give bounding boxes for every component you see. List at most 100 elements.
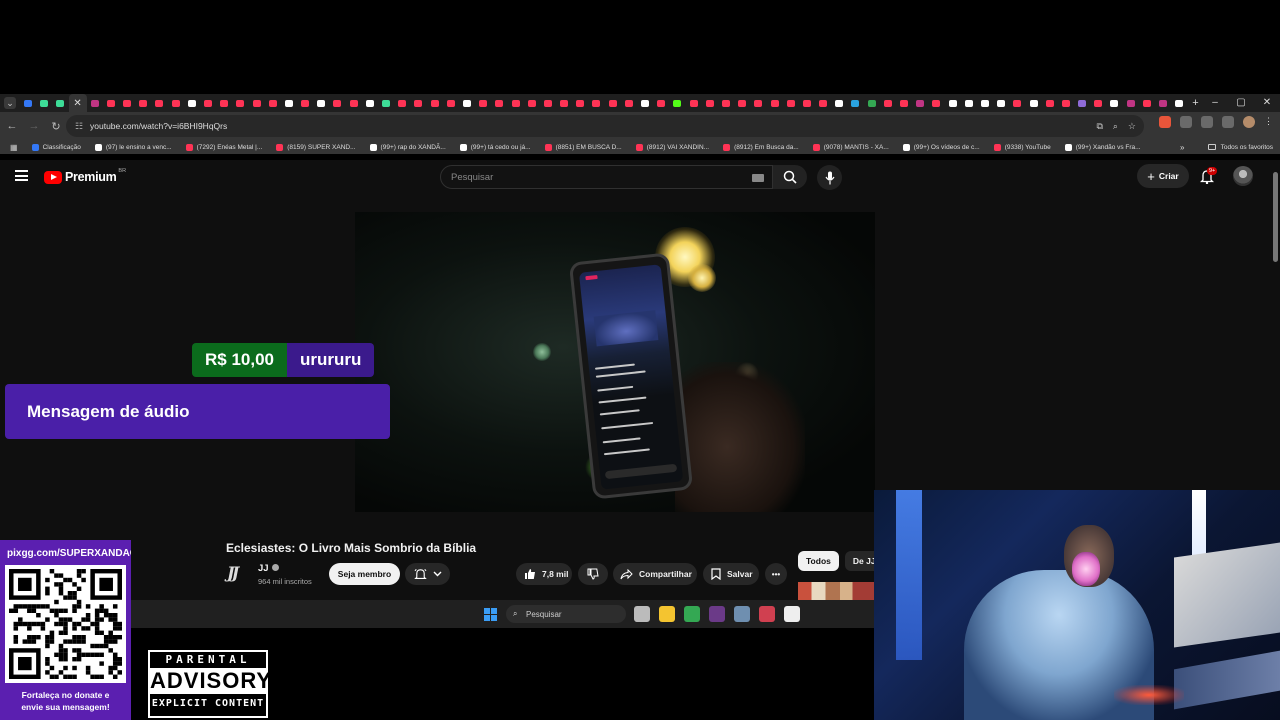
notifications-button[interactable]: 9+ bbox=[1199, 167, 1218, 185]
browser-tab[interactable] bbox=[313, 94, 329, 112]
browser-tab[interactable] bbox=[232, 94, 248, 112]
channel-avatar[interactable]: JJ bbox=[227, 563, 251, 585]
related-video-thumbnail[interactable] bbox=[798, 582, 874, 600]
app-icon[interactable] bbox=[759, 606, 775, 622]
steam-icon[interactable] bbox=[709, 606, 725, 622]
forward-button[interactable]: → bbox=[24, 116, 44, 136]
browser-tab[interactable] bbox=[928, 94, 944, 112]
minimize-button[interactable]: – bbox=[1202, 94, 1228, 112]
browser-tab[interactable] bbox=[265, 94, 281, 112]
browser-tab[interactable] bbox=[524, 94, 540, 112]
browser-tab[interactable] bbox=[1074, 94, 1090, 112]
browser-tab[interactable] bbox=[831, 94, 847, 112]
bookmark-item[interactable]: (8159) SUPER XAND... bbox=[276, 143, 356, 151]
browser-tab[interactable] bbox=[119, 94, 135, 112]
browser-tab[interactable] bbox=[977, 94, 993, 112]
browser-tab[interactable] bbox=[621, 94, 637, 112]
bookmark-item[interactable]: (8912) Em Busca da... bbox=[723, 143, 799, 151]
browser-tab[interactable] bbox=[686, 94, 702, 112]
browser-tab[interactable] bbox=[410, 94, 426, 112]
chrome-icon[interactable] bbox=[684, 606, 700, 622]
browser-tab[interactable] bbox=[394, 94, 410, 112]
browser-tab[interactable] bbox=[1042, 94, 1058, 112]
browser-tab[interactable] bbox=[427, 94, 443, 112]
browser-tab[interactable] bbox=[1139, 94, 1155, 112]
browser-tab[interactable] bbox=[459, 94, 475, 112]
browser-tab[interactable] bbox=[945, 94, 961, 112]
browser-tab[interactable] bbox=[734, 94, 750, 112]
browser-tab[interactable] bbox=[669, 94, 685, 112]
chip-all[interactable]: Todos bbox=[798, 551, 839, 571]
more-actions-button[interactable]: ••• bbox=[765, 563, 787, 585]
bookmarks-more-button[interactable]: » bbox=[1180, 143, 1184, 152]
bookmark-item[interactable]: (8851) EM BUSCA D... bbox=[544, 143, 622, 151]
reload-button[interactable]: ↻ bbox=[46, 116, 66, 136]
browser-tab[interactable] bbox=[783, 94, 799, 112]
browser-tab[interactable] bbox=[588, 94, 604, 112]
active-tab[interactable]: ✕ bbox=[68, 94, 87, 112]
browser-tab[interactable] bbox=[103, 94, 119, 112]
windows-start-icon[interactable] bbox=[484, 608, 497, 621]
like-button[interactable]: 7,8 mil bbox=[516, 563, 572, 585]
browser-tab[interactable] bbox=[362, 94, 378, 112]
browser-tab[interactable] bbox=[52, 94, 68, 112]
back-button[interactable]: ← bbox=[2, 116, 22, 136]
voice-search-button[interactable] bbox=[817, 165, 842, 190]
extensions-icon[interactable] bbox=[1180, 116, 1192, 128]
browser-tab[interactable] bbox=[216, 94, 232, 112]
browser-tab[interactable] bbox=[1123, 94, 1139, 112]
bookmark-item[interactable]: (9338) YouTube bbox=[993, 143, 1051, 151]
join-button[interactable]: Seja membro bbox=[329, 563, 400, 585]
subscribe-bell-button[interactable] bbox=[405, 563, 450, 585]
download-icon[interactable] bbox=[1222, 116, 1234, 128]
browser-tab[interactable] bbox=[184, 94, 200, 112]
bookmark-item[interactable]: (97) le ensino a venc... bbox=[94, 143, 172, 151]
bookmark-item[interactable]: (99+) rap do XANDÃ... bbox=[369, 143, 446, 151]
browser-tab[interactable] bbox=[750, 94, 766, 112]
browser-tab[interactable] bbox=[200, 94, 216, 112]
browser-tab[interactable] bbox=[297, 94, 313, 112]
browser-tab[interactable] bbox=[1058, 94, 1074, 112]
all-bookmarks-folder[interactable]: Todos os favoritos bbox=[1207, 140, 1273, 154]
settings-icon[interactable] bbox=[734, 606, 750, 622]
browser-tab[interactable] bbox=[1025, 94, 1041, 112]
browser-tab[interactable] bbox=[248, 94, 264, 112]
zoom-icon[interactable]: ⌕ bbox=[1113, 121, 1118, 132]
browser-tab[interactable] bbox=[880, 94, 896, 112]
browser-tab[interactable] bbox=[912, 94, 928, 112]
save-button[interactable]: Salvar bbox=[703, 563, 759, 585]
avatar[interactable] bbox=[1233, 166, 1253, 186]
address-url[interactable]: youtube.com/watch?v=i6BHI9HqQrs bbox=[90, 121, 227, 131]
browser-tab[interactable] bbox=[1009, 94, 1025, 112]
browser-tab[interactable] bbox=[864, 94, 880, 112]
address-bar[interactable]: ☷ youtube.com/watch?v=i6BHI9HqQrs ⧉ ⌕ ☆ bbox=[66, 115, 1144, 137]
browser-tab[interactable] bbox=[36, 94, 52, 112]
browser-tab[interactable] bbox=[556, 94, 572, 112]
site-info-icon[interactable]: ☷ bbox=[70, 121, 88, 132]
create-button[interactable]: + Criar bbox=[1137, 164, 1189, 188]
browser-tab[interactable] bbox=[766, 94, 782, 112]
browser-tab[interactable] bbox=[718, 94, 734, 112]
browser-tab[interactable] bbox=[540, 94, 556, 112]
browser-tab[interactable] bbox=[637, 94, 653, 112]
browser-tab[interactable] bbox=[993, 94, 1009, 112]
profile-icon[interactable] bbox=[1243, 116, 1255, 128]
browser-tab[interactable] bbox=[135, 94, 151, 112]
install-app-icon[interactable]: ⧉ bbox=[1096, 121, 1102, 132]
scrollbar-thumb[interactable] bbox=[1273, 172, 1278, 262]
browser-tab[interactable] bbox=[799, 94, 815, 112]
keyboard-icon[interactable] bbox=[752, 174, 764, 182]
media-control-icon[interactable] bbox=[1201, 116, 1213, 128]
browser-tab[interactable] bbox=[896, 94, 912, 112]
browser-tab[interactable] bbox=[346, 94, 362, 112]
browser-tab[interactable] bbox=[815, 94, 831, 112]
file-explorer-icon[interactable] bbox=[659, 606, 675, 622]
bookmark-item[interactable]: (8912) VAI XANDIN... bbox=[635, 143, 709, 151]
browser-tab[interactable] bbox=[378, 94, 394, 112]
browser-tab[interactable] bbox=[491, 94, 507, 112]
taskbar-search[interactable]: ⌕ Pesquisar bbox=[506, 605, 626, 623]
dislike-button[interactable] bbox=[578, 563, 608, 585]
browser-tab[interactable] bbox=[87, 94, 103, 112]
menu-icon[interactable]: ⋮ bbox=[1264, 116, 1273, 128]
channel-name-row[interactable]: JJ bbox=[258, 563, 279, 574]
